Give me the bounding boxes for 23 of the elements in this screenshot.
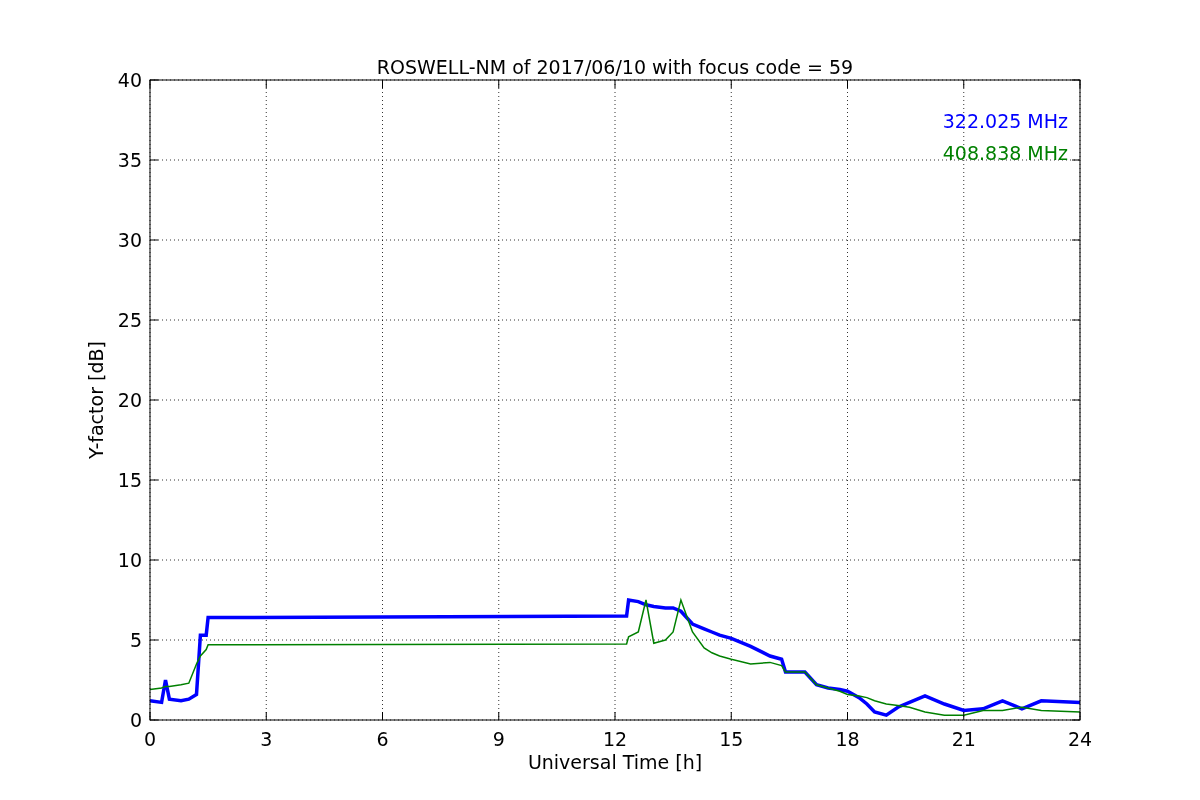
tick-label: 0 <box>143 728 157 750</box>
legend-label: 408.838 MHz <box>942 142 1068 164</box>
tick-label: 5 <box>129 629 142 651</box>
tick-label: 30 <box>117 229 142 251</box>
tick-label: 15 <box>719 728 744 750</box>
tick-label: 10 <box>117 549 142 571</box>
tick-label: 3 <box>260 728 273 750</box>
tick-label: 25 <box>117 309 142 331</box>
tick-label: 20 <box>117 389 142 411</box>
tick-label: 35 <box>117 149 142 171</box>
chart-title: ROSWELL-NM of 2017/06/10 with focus code = 59 <box>376 56 854 78</box>
tick-label: 40 <box>117 69 142 91</box>
tick-label: 18 <box>835 728 860 750</box>
tick-label: 9 <box>492 728 505 750</box>
tick-label: 12 <box>602 728 628 750</box>
tick-label: 21 <box>951 728 976 750</box>
tick-label: 0 <box>129 709 142 731</box>
legend-label: 322.025 MHz <box>942 110 1068 132</box>
tick-label: 6 <box>376 728 389 750</box>
tick-label: 15 <box>117 469 142 491</box>
axis-label: Y-factor [dB] <box>85 341 107 459</box>
axis-label: Universal Time [h] <box>527 751 703 773</box>
tick-label: 24 <box>1067 728 1093 750</box>
